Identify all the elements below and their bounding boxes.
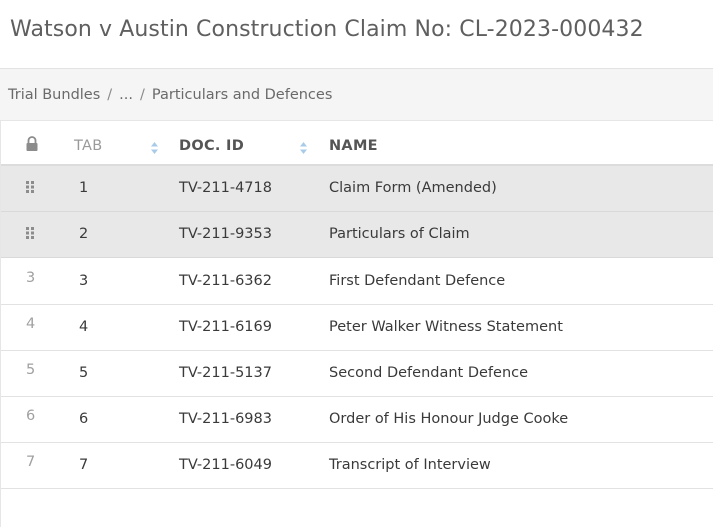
page-title: Watson v Austin Construction Claim No: C… — [10, 17, 644, 42]
row-order-number: 3 — [26, 270, 36, 286]
breadcrumb-bar: Trial Bundles /... / Particulars and Defenc… — [0, 69, 713, 121]
cell-name[interactable]: Transcript of Interview — [329, 457, 491, 473]
cell-name[interactable]: Second Defendant Defence — [329, 365, 528, 381]
cell-doc-id: TV-211-5137 — [179, 365, 272, 381]
breadcrumb-separator: / — [140, 87, 145, 103]
cell-doc-id: TV-211-9353 — [179, 226, 272, 242]
cell-doc-id: TV-211-6362 — [179, 273, 272, 289]
page-header: Watson v Austin Construction Claim No: C… — [0, 0, 713, 69]
sort-icon[interactable] — [299, 140, 308, 154]
cell-doc-id: TV-211-6169 — [179, 319, 272, 335]
table-row[interactable]: 4 4 TV-211-6169 Peter Walker Witness Statem… — [1, 305, 713, 351]
breadcrumb-separator: / — [107, 87, 113, 103]
table-row[interactable]: 6 6 TV-211-6983 Order of His Honour Judge C… — [1, 397, 713, 443]
cell-doc-id: TV-211-6049 — [179, 457, 272, 473]
cell-tab: 5 — [79, 365, 89, 381]
column-header-doc-id[interactable]: DOC. ID — [179, 138, 244, 154]
row-order-number: 4 — [26, 316, 36, 332]
cell-tab: 6 — [79, 411, 89, 427]
row-order-number: 7 — [26, 454, 36, 470]
cell-tab: 4 — [79, 319, 89, 335]
drag-handle-icon[interactable] — [25, 225, 37, 239]
cell-doc-id: TV-211-6983 — [179, 411, 272, 427]
column-header-tab[interactable]: TAB — [74, 138, 103, 154]
sort-icon[interactable] — [150, 140, 159, 154]
breadcrumb-trial-bundles[interactable]: Trial Bundles — [8, 87, 100, 103]
breadcrumb-current: Particulars and Defences — [151, 87, 333, 103]
cell-name[interactable]: Particulars of Claim — [329, 226, 470, 242]
table-row[interactable]: 2 TV-211-9353 Particulars of Claim — [1, 212, 713, 258]
cell-name[interactable]: Peter Walker Witness Statement — [329, 319, 563, 335]
drag-handle-icon[interactable] — [25, 179, 37, 193]
table-row[interactable]: 7 7 TV-211-6049 Transcript of Interview — [1, 443, 713, 489]
documents-table: TAB DOC. ID NAME 1 TV-211-4718 Claim Form … — [0, 121, 713, 527]
cell-tab: 3 — [79, 273, 89, 289]
cell-tab: 1 — [79, 180, 89, 196]
cell-tab: 2 — [79, 226, 89, 242]
column-header-name[interactable]: NAME — [329, 138, 378, 154]
breadcrumb: Trial Bundles /... / Particulars and Defenc… — [8, 87, 332, 103]
row-order-number: 5 — [26, 362, 36, 378]
table-row[interactable]: 5 5 TV-211-5137 Second Defendant Defence — [1, 351, 713, 397]
cell-name[interactable]: First Defendant Defence — [329, 273, 505, 289]
cell-name[interactable]: Claim Form (Amended) — [329, 180, 497, 196]
cell-doc-id: TV-211-4718 — [179, 180, 272, 196]
table-row[interactable]: 1 TV-211-4718 Claim Form (Amended) — [1, 166, 713, 212]
table-row[interactable]: 3 3 TV-211-6362 First Defendant Defence — [1, 259, 713, 305]
cell-tab: 7 — [79, 457, 89, 473]
breadcrumb-ellipsis[interactable]: ... — [119, 87, 133, 103]
cell-name[interactable]: Order of His Honour Judge Cooke — [329, 411, 568, 427]
row-order-number: 6 — [26, 408, 36, 424]
lock-icon[interactable] — [25, 136, 39, 156]
table-header: TAB DOC. ID NAME — [1, 121, 713, 166]
